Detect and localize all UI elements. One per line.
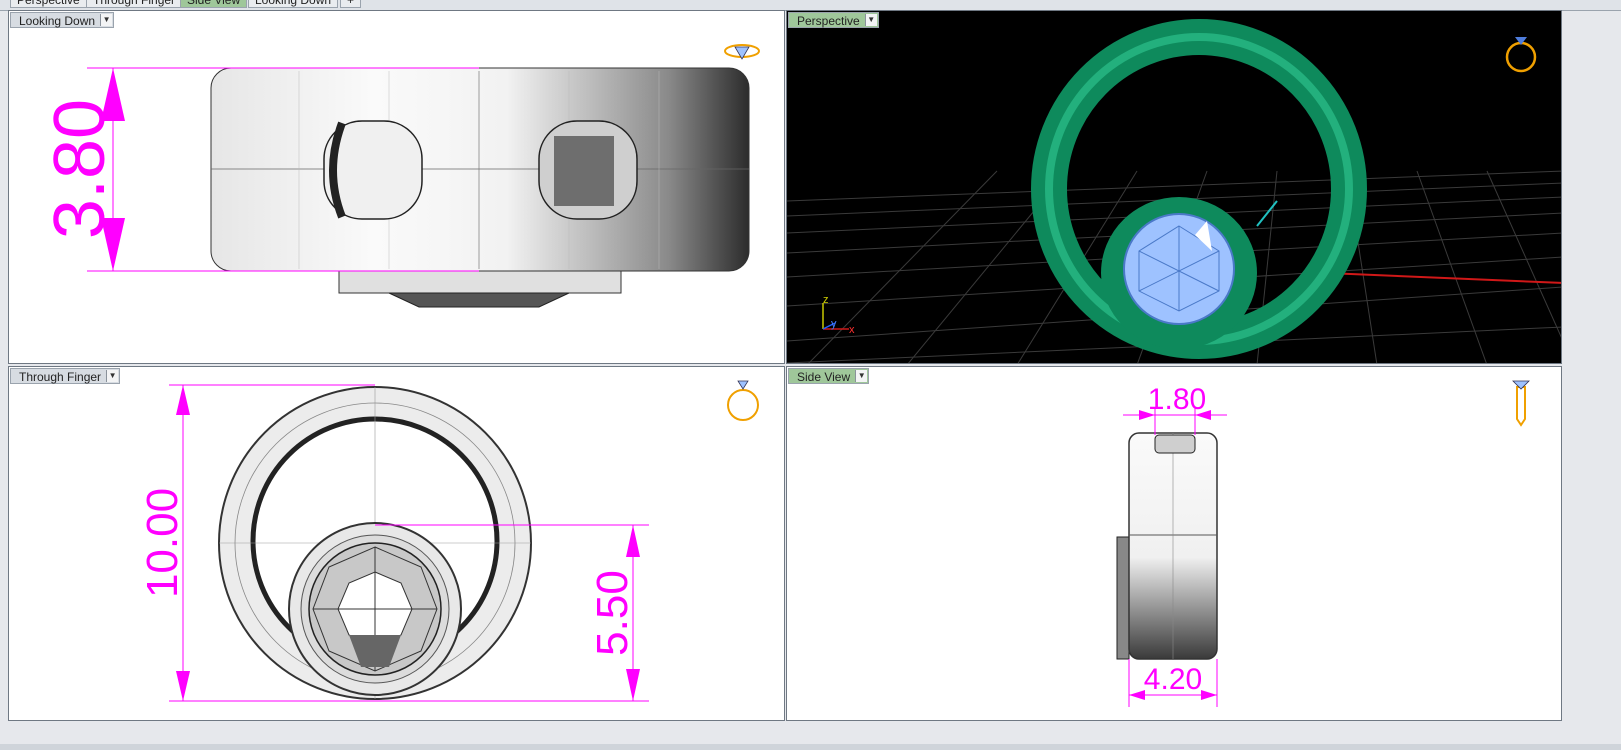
- ring-gizmo-icon[interactable]: [727, 380, 759, 421]
- tab-side-view[interactable]: Side View: [180, 0, 248, 8]
- svg-text:y: y: [831, 318, 837, 330]
- top-hole: [1154, 434, 1196, 454]
- side-view-canvas: 1.80 4.20: [1116, 380, 1530, 707]
- ring-gizmo-icon[interactable]: [1512, 380, 1530, 427]
- viewport-perspective[interactable]: z y x Perspective ▼: [786, 10, 1562, 364]
- svg-text:z: z: [823, 294, 829, 306]
- perspective-canvas: z y x: [787, 19, 1561, 363]
- dimension-top-width: 1.80: [1148, 383, 1206, 416]
- viewport-label-side-view[interactable]: Side View ▼: [788, 368, 870, 384]
- viewport-side-view[interactable]: 1.80 4.20 Side View ▼: [786, 366, 1562, 721]
- ring-band: [210, 67, 750, 272]
- looking-down-canvas: 3.80: [40, 44, 760, 308]
- axis-indicator: z y x: [822, 294, 855, 336]
- viewport-looking-down[interactable]: 3.80 Looking Down ▼: [8, 10, 785, 364]
- ring-gizmo-icon[interactable]: [724, 44, 760, 60]
- tab-perspective[interactable]: Perspective: [10, 0, 87, 8]
- chevron-down-icon[interactable]: ▼: [855, 370, 868, 382]
- viewport-through-finger[interactable]: 10.00 5.50 Through Finger ▼: [8, 366, 785, 721]
- chevron-down-icon[interactable]: ▼: [864, 14, 877, 26]
- viewport-label-looking-down[interactable]: Looking Down ▼: [10, 12, 115, 28]
- chevron-down-icon[interactable]: ▼: [106, 370, 119, 382]
- through-finger-canvas: 10.00 5.50: [138, 380, 759, 702]
- dimension-outer-diameter: 10.00: [138, 488, 187, 598]
- dimension-bottom-width: 4.20: [1144, 663, 1202, 696]
- stone-profile: [1116, 536, 1130, 660]
- svg-text:x: x: [849, 324, 855, 336]
- dimension-stone-diameter: 5.50: [588, 570, 637, 656]
- setting-bottom: [338, 268, 622, 294]
- stone-underside: [388, 292, 570, 308]
- viewport-label-perspective[interactable]: Perspective ▼: [788, 12, 879, 28]
- chevron-down-icon[interactable]: ▼: [100, 14, 113, 26]
- dimension-height: 3.80: [40, 99, 120, 239]
- tab-through-finger[interactable]: Through Finger: [86, 0, 183, 8]
- viewport-label-through-finger[interactable]: Through Finger ▼: [10, 368, 121, 384]
- tab-add-button[interactable]: +: [340, 0, 362, 8]
- ring-gizmo-icon[interactable]: [1505, 37, 1537, 73]
- status-strip: [0, 744, 1621, 750]
- tab-looking-down[interactable]: Looking Down: [248, 0, 339, 8]
